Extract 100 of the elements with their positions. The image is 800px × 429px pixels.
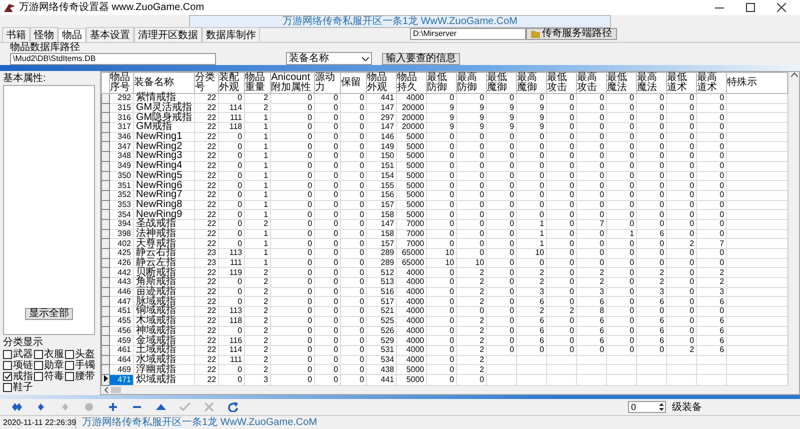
scroll-left-icon[interactable] xyxy=(104,387,108,393)
table-cell: 297 xyxy=(366,112,397,123)
column-header[interactable]: 物品序号 xyxy=(110,72,134,94)
column-header[interactable]: 装配外观 xyxy=(218,72,245,94)
checkbox-label[interactable]: 鞋子 xyxy=(13,382,33,393)
table-cell: 6 xyxy=(576,316,607,326)
spin-arrows-icon[interactable] xyxy=(658,402,665,412)
table-cell: 0 xyxy=(696,94,727,104)
table-cell: 0 xyxy=(486,306,517,316)
db-path-field[interactable]: \Mud2\DB\StdItems.DB xyxy=(10,53,216,65)
column-header[interactable]: 最低魔御 xyxy=(486,72,517,94)
checkbox-label[interactable]: 戒指 xyxy=(13,371,33,382)
table-cell: 1 xyxy=(244,112,271,123)
checkbox-label[interactable]: 头盔 xyxy=(75,349,95,360)
table-cell: 0 xyxy=(426,180,457,190)
checkbox[interactable] xyxy=(65,350,74,359)
table-cell: 0 xyxy=(606,142,637,152)
table-cell: 22 xyxy=(194,132,219,142)
table-cell: 天尊戒指 xyxy=(134,238,195,248)
table-cell: 6 xyxy=(516,336,547,346)
show-all-button[interactable]: 显示全部 xyxy=(25,308,73,320)
checkbox[interactable] xyxy=(3,383,12,392)
status-link[interactable]: 万游网络传奇私服开区一条1龙 WwW.ZuoGame.CoM xyxy=(76,417,318,428)
table-cell: 0 xyxy=(340,355,367,365)
checkbox-label[interactable]: 符毒 xyxy=(44,371,64,382)
checkbox-label[interactable]: 项链 xyxy=(13,360,33,371)
tab[interactable]: 数据库制作 xyxy=(202,27,260,42)
column-header[interactable]: 物品重量 xyxy=(244,72,271,94)
table-cell: 0 xyxy=(314,268,341,278)
checkbox[interactable] xyxy=(34,361,43,370)
table-cell: 150 xyxy=(366,152,397,162)
column-header[interactable]: 最低防御 xyxy=(426,72,457,94)
tab[interactable]: 物品 xyxy=(58,28,86,42)
table-cell: 4000 xyxy=(396,278,427,288)
table-cell: 0 xyxy=(546,316,577,326)
server-path-button[interactable]: 传奇服务端路径 xyxy=(526,28,617,40)
checkbox[interactable] xyxy=(65,372,74,381)
checkbox-label[interactable]: 腰带 xyxy=(75,371,95,382)
checkbox[interactable] xyxy=(3,372,12,381)
maximize-icon[interactable] xyxy=(746,3,755,12)
table-cell: 22 xyxy=(194,161,219,171)
checkbox[interactable] xyxy=(3,361,12,370)
column-header[interactable]: 物品外观 xyxy=(366,72,397,94)
table-cell: 0 xyxy=(314,336,341,346)
column-header[interactable]: Anicount附加属性 xyxy=(270,72,315,94)
table-cell: 114 xyxy=(218,103,245,113)
column-header[interactable]: 最低道术 xyxy=(666,72,697,94)
table-cell: 0 xyxy=(606,122,637,132)
tab[interactable]: 书籍 xyxy=(2,27,30,42)
table-cell: 2 xyxy=(696,278,727,288)
table-cell: 6 xyxy=(696,296,727,307)
table-cell: 亩迹戒指 xyxy=(134,287,195,297)
search-field-dropdown[interactable]: 装备名称 xyxy=(286,52,372,65)
table-cell: 526 xyxy=(366,326,397,336)
table-cell: 脉域戒指 xyxy=(134,296,195,307)
checkbox-label[interactable]: 勋章 xyxy=(44,360,64,371)
table-cell: 4000 xyxy=(396,268,427,278)
table-cell: 0 xyxy=(546,278,577,288)
tab[interactable]: 清理开区数据 xyxy=(134,27,202,42)
column-header[interactable]: 分类号 xyxy=(194,72,219,94)
table-cell: 147 xyxy=(366,219,397,230)
column-header[interactable]: 保留 xyxy=(340,72,367,94)
table-cell: 0 xyxy=(546,112,577,123)
checkbox-label[interactable]: 手镯 xyxy=(75,360,95,371)
column-header[interactable]: 物品持久 xyxy=(396,72,427,94)
banner-link[interactable]: 万游网络传奇私服开区一条1龙 WwW.ZuoGame.CoM xyxy=(189,15,611,28)
table-cell: 9 xyxy=(486,112,517,123)
checkbox[interactable] xyxy=(65,361,74,370)
vertical-scrollbar[interactable] xyxy=(788,72,799,386)
checkbox[interactable] xyxy=(34,350,43,359)
column-header[interactable]: 特殊示 xyxy=(726,72,788,94)
column-header[interactable]: 最低攻击 xyxy=(546,72,577,94)
scrollbar-thumb[interactable] xyxy=(111,387,121,393)
table-cell: 0 xyxy=(606,132,637,142)
checkbox[interactable] xyxy=(3,350,12,359)
table-cell: 0 xyxy=(340,180,367,190)
scroll-up-icon[interactable] xyxy=(790,72,798,77)
table-cell: 22 xyxy=(194,326,219,336)
tab[interactable]: 基本设置 xyxy=(86,27,134,42)
checkbox-label[interactable]: 衣服 xyxy=(44,349,64,360)
tab[interactable]: 怪物 xyxy=(30,27,58,42)
search-input-button[interactable]: 输入要查的信息 xyxy=(382,52,460,64)
table-cell: 1 xyxy=(244,238,271,248)
table-cell: 0 xyxy=(636,190,667,200)
close-icon[interactable] xyxy=(777,3,786,12)
table-cell: 0 xyxy=(666,142,697,152)
checkbox-label[interactable]: 武器 xyxy=(13,349,33,360)
column-header[interactable]: 源动力 xyxy=(314,72,341,94)
server-path-field[interactable]: D:\Mirserver xyxy=(410,28,526,40)
row-header[interactable] xyxy=(102,374,110,386)
level-spin-field[interactable]: 0 xyxy=(628,401,666,413)
table-cell: 0 xyxy=(666,103,697,113)
horizontal-scrollbar[interactable] xyxy=(101,386,799,394)
table-cell: 2 xyxy=(576,268,607,278)
column-header[interactable]: 最低魔法 xyxy=(606,72,637,94)
table-cell: 0 xyxy=(486,336,517,346)
table-cell: 0 xyxy=(636,103,667,113)
checkbox[interactable] xyxy=(34,372,43,381)
table-cell: 0 xyxy=(270,161,315,171)
table-cell: 0 xyxy=(314,355,341,365)
